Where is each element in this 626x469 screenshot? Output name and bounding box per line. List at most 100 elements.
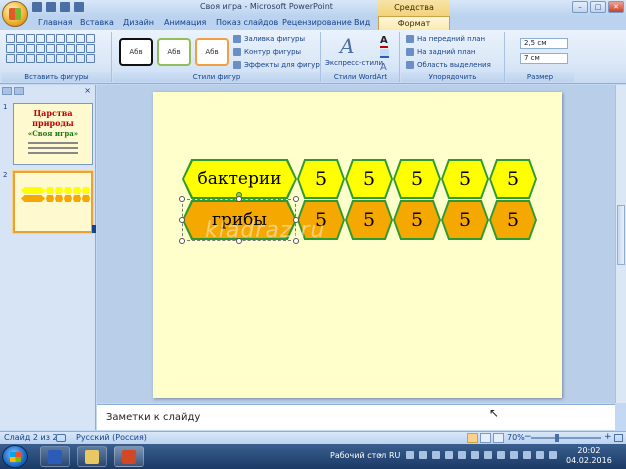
tray-icon[interactable] — [497, 451, 505, 459]
notes-placeholder: Заметки к слайду — [106, 412, 201, 423]
resize-handle[interactable] — [179, 238, 185, 244]
tab-format[interactable]: Формат — [378, 16, 450, 30]
taskbar-word[interactable] — [40, 446, 70, 467]
zoom-slider[interactable] — [531, 437, 601, 439]
mini-hex — [21, 195, 45, 202]
tray-icon[interactable] — [445, 451, 453, 459]
mini-hex — [46, 187, 54, 194]
tray-icon[interactable] — [510, 451, 518, 459]
quick-styles-button[interactable]: Экспресс-стили — [325, 59, 383, 67]
tray-icon[interactable] — [484, 451, 492, 459]
tab-slideshow[interactable]: Показ слайдов — [216, 16, 278, 30]
taskbar-powerpoint[interactable] — [114, 446, 144, 467]
shape-effects-button[interactable]: Эффекты для фигур — [233, 61, 320, 69]
vertical-scrollbar[interactable] — [615, 85, 626, 403]
mini-hex — [55, 195, 63, 202]
slide-thumbnail-2[interactable] — [13, 171, 93, 233]
spellcheck-icon[interactable] — [56, 434, 66, 442]
shape-width-input[interactable]: 7 см — [520, 53, 568, 64]
undo-icon[interactable] — [46, 2, 56, 12]
shape-outline-button[interactable]: Контур фигуры — [233, 48, 301, 56]
network-icon[interactable] — [523, 451, 531, 459]
question-hex[interactable]: 5 — [489, 200, 537, 240]
tab-view[interactable]: Вид — [354, 16, 370, 30]
customize-qat-icon[interactable] — [74, 2, 84, 12]
shape-style-3[interactable]: Абв — [195, 38, 229, 66]
mini-hex — [64, 195, 72, 202]
text-outline-icon[interactable] — [380, 49, 389, 58]
tray-icon[interactable] — [471, 451, 479, 459]
volume-icon[interactable] — [536, 451, 544, 459]
save-icon[interactable] — [32, 2, 42, 12]
close-button[interactable]: ✕ — [608, 1, 624, 13]
clock[interactable]: 20:02 04.02.2016 — [566, 446, 612, 466]
title-bar: Своя игра - Microsoft PowerPoint Средств… — [0, 0, 626, 28]
question-hex[interactable]: 5 — [393, 159, 441, 199]
resize-handle[interactable] — [236, 196, 242, 202]
notes-pane[interactable]: Заметки к слайду — [97, 404, 615, 430]
resize-handle[interactable] — [179, 196, 185, 202]
zoom-level[interactable]: 70% — [507, 433, 525, 442]
tab-home[interactable]: Главная — [38, 16, 73, 30]
shape-fill-button[interactable]: Заливка фигуры — [233, 35, 305, 43]
shape-height-input[interactable]: 2,5 см — [520, 38, 568, 49]
watermark: kladraz.ru — [205, 218, 326, 243]
redo-icon[interactable] — [60, 2, 70, 12]
drawing-tools-context-title: Средства рисования — [378, 0, 450, 28]
resize-handle[interactable] — [293, 196, 299, 202]
input-language[interactable]: RU — [389, 451, 400, 460]
bring-to-front-button[interactable]: На передний план — [406, 35, 485, 43]
tab-insert[interactable]: Вставка — [80, 16, 114, 30]
selection-pane-button[interactable]: Область выделения — [406, 61, 491, 69]
slideshow-view-button[interactable] — [493, 433, 504, 443]
pane-close-icon[interactable]: × — [84, 86, 91, 95]
tray-icon[interactable] — [419, 451, 427, 459]
question-hex[interactable]: 5 — [297, 159, 345, 199]
tray-icon[interactable] — [406, 451, 414, 459]
question-hex[interactable]: 5 — [393, 200, 441, 240]
taskbar-explorer[interactable] — [77, 446, 107, 467]
tab-design[interactable]: Дизайн — [123, 16, 154, 30]
folder-icon — [85, 449, 99, 464]
zoom-in-icon[interactable]: + — [604, 432, 612, 442]
tab-animation[interactable]: Анимация — [164, 16, 206, 30]
tab-review[interactable]: Рецензирование — [282, 16, 352, 30]
toolbar-arrows-icon[interactable]: » — [378, 451, 382, 459]
taskbar: Рабочий стол » RU 20:02 04.02.2016 — [0, 444, 626, 469]
ribbon: Вставить фигуры Абв Абв Абв Заливка фигу… — [0, 30, 626, 84]
shapes-gallery[interactable] — [6, 34, 95, 63]
normal-view-button[interactable] — [467, 433, 478, 443]
wordart-a-icon[interactable]: A — [340, 34, 354, 58]
tray-icon[interactable] — [432, 451, 440, 459]
shape-style-1[interactable]: Абв — [119, 38, 153, 66]
window-controls: – □ ✕ — [572, 1, 624, 13]
scrollbar-thumb[interactable] — [617, 205, 625, 265]
question-hex[interactable]: 5 — [489, 159, 537, 199]
language-indicator[interactable]: Русский (Россия) — [76, 433, 147, 442]
slide-thumbnail-1[interactable]: Царства природы «Своя игра» — [13, 103, 93, 165]
outline-tab[interactable] — [14, 87, 24, 95]
shape-style-2[interactable]: Абв — [157, 38, 191, 66]
zoom-slider-knob[interactable] — [555, 434, 559, 442]
question-hex[interactable]: 5 — [345, 200, 393, 240]
resize-handle[interactable] — [179, 217, 185, 223]
slide[interactable] — [153, 92, 562, 398]
send-to-back-button[interactable]: На задний план — [406, 48, 475, 56]
office-button[interactable] — [2, 1, 28, 27]
pane-splitter-arrow-icon[interactable] — [92, 225, 96, 233]
thumb-title: Царства природы — [32, 108, 74, 128]
fit-to-window-icon[interactable] — [614, 434, 623, 442]
flag-icon[interactable] — [549, 451, 557, 459]
question-hex[interactable]: 5 — [441, 200, 489, 240]
text-fill-icon[interactable]: A — [380, 35, 388, 48]
question-hex[interactable]: 5 — [441, 159, 489, 199]
tray-icon[interactable] — [458, 451, 466, 459]
slides-tab[interactable] — [2, 87, 12, 95]
minimize-button[interactable]: – — [572, 1, 588, 13]
thumb-subtitle: «Своя игра» — [27, 129, 79, 138]
mini-hex — [73, 187, 81, 194]
start-button[interactable] — [2, 445, 28, 468]
question-hex[interactable]: 5 — [345, 159, 393, 199]
maximize-button[interactable]: □ — [590, 1, 606, 13]
slide-sorter-view-button[interactable] — [480, 433, 491, 443]
